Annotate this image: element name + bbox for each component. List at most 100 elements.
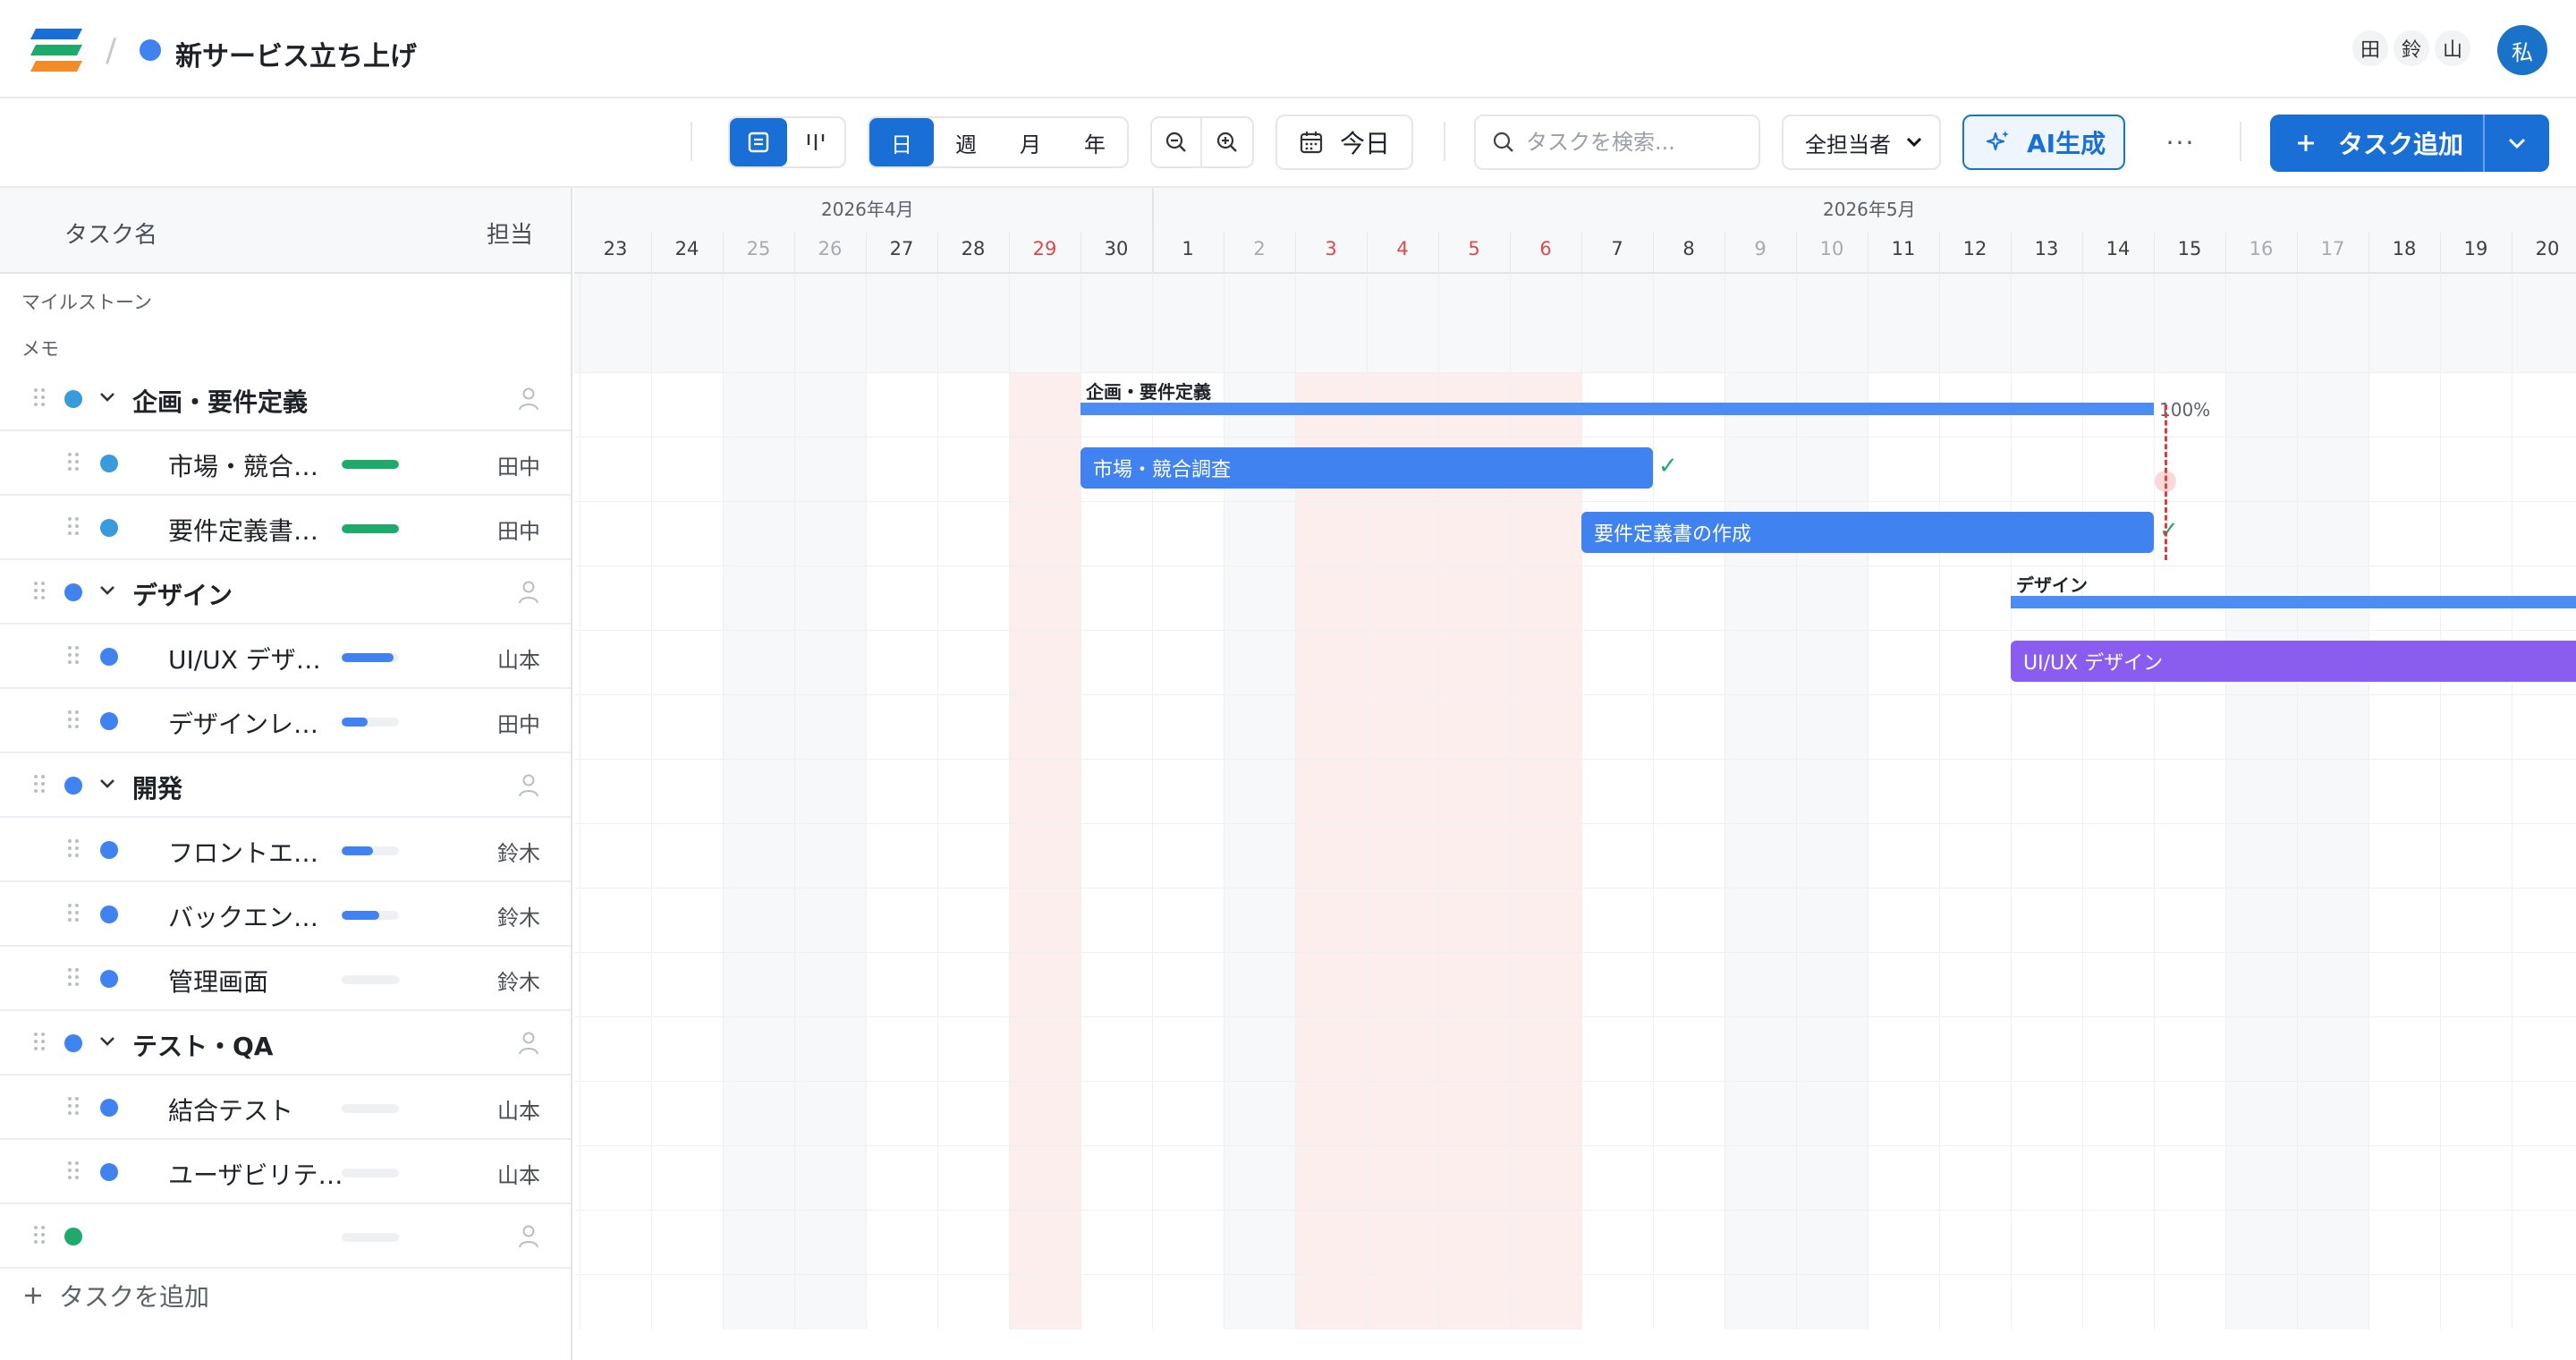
drag-handle-icon[interactable]: [34, 388, 47, 408]
scale-day-button[interactable]: 日: [869, 118, 934, 166]
drag-handle-icon[interactable]: [68, 646, 80, 666]
toolbar-divider: [2240, 122, 2241, 161]
task-assignee[interactable]: 山本: [497, 642, 540, 674]
more-options-button[interactable]: ···: [2157, 122, 2204, 163]
today-button[interactable]: 今日: [1275, 115, 1413, 170]
task-assignee[interactable]: 山本: [497, 1093, 540, 1125]
group-summary-bar[interactable]: [1080, 403, 2154, 415]
task-assignee[interactable]: 田中: [497, 514, 540, 545]
drag-handle-icon[interactable]: [34, 775, 47, 795]
grid-column-line: [1009, 274, 1010, 1330]
member-avatar[interactable]: 山: [2433, 29, 2472, 68]
drag-handle-icon[interactable]: [34, 1033, 47, 1052]
task-bar[interactable]: UI/UX デザイン: [2011, 641, 2576, 682]
task-group-row[interactable]: テスト・QA: [0, 1011, 571, 1075]
day-label: 19: [2463, 238, 2488, 259]
task-color-dot: [100, 841, 118, 859]
task-name: ユーザビリテ…: [168, 1160, 343, 1190]
user-avatar[interactable]: 私: [2497, 25, 2547, 75]
task-row[interactable]: フロントエ… 鈴木: [0, 818, 571, 882]
drag-handle-icon[interactable]: [34, 1226, 47, 1245]
task-list-panel: タスク名 担当 マイルストーン メモ 企画・要件定義 市場・競合… 田中 要件定義書……: [0, 188, 572, 1360]
unassigned-person-icon[interactable]: [517, 580, 540, 605]
day-label: 7: [1611, 238, 1623, 259]
scale-week-button[interactable]: 週: [934, 118, 998, 166]
drag-handle-icon[interactable]: [68, 968, 80, 988]
drag-handle-icon[interactable]: [68, 904, 80, 923]
task-row[interactable]: バックエン… 鈴木: [0, 882, 571, 947]
add-task-row[interactable]: タスクを追加: [23, 1278, 209, 1313]
app-logo[interactable]: [27, 27, 86, 73]
drag-handle-icon[interactable]: [68, 710, 80, 730]
task-assignee[interactable]: 田中: [497, 707, 540, 738]
member-avatars[interactable]: 田 鈴 山: [2351, 29, 2472, 72]
search-input[interactable]: [1526, 130, 1741, 155]
task-row[interactable]: UI/UX デザイン 山本: [0, 625, 571, 689]
chevron-down-icon[interactable]: [98, 1033, 116, 1050]
unassigned-person-icon[interactable]: [517, 387, 540, 412]
unassigned-person-icon[interactable]: [517, 1224, 540, 1249]
chevron-down-icon[interactable]: [98, 388, 116, 406]
day-label: 6: [1539, 238, 1552, 259]
task-assignee[interactable]: 山本: [497, 1158, 540, 1189]
drag-handle-icon[interactable]: [34, 582, 47, 601]
zoom-controls: [1150, 116, 1254, 168]
board-view-button[interactable]: [787, 118, 844, 166]
progress-bar: [342, 460, 399, 469]
assignee-filter-value: 全担当者: [1805, 132, 1891, 157]
add-task-menu-button[interactable]: [2483, 115, 2549, 172]
timeline-grid[interactable]: 企画・要件定義 100% デザイン 市場・競合調査 ✓ 要件定義書の作成 ✓ UI/UX デザ…: [574, 274, 2576, 1360]
scale-year-button[interactable]: 年: [1063, 118, 1127, 166]
grid-column-line: [2082, 274, 2083, 1330]
task-assignee[interactable]: 鈴木: [497, 965, 540, 996]
task-group-row[interactable]: 開発: [0, 753, 571, 818]
task-assignee[interactable]: 田中: [497, 449, 540, 480]
task-name: 管理画面: [168, 967, 269, 997]
grid-column-line: [1510, 274, 1511, 1330]
task-assignee[interactable]: 鈴木: [497, 900, 540, 931]
task-color-dot: [64, 1034, 82, 1052]
milestone-row[interactable]: [0, 1204, 571, 1269]
group-summary-bar[interactable]: [2011, 596, 2576, 608]
task-row[interactable]: 管理画面 鈴木: [0, 947, 571, 1011]
unassigned-person-icon[interactable]: [517, 773, 540, 798]
drag-handle-icon[interactable]: [68, 453, 80, 472]
progress-bar: [342, 1104, 399, 1113]
member-avatar[interactable]: 鈴: [2392, 29, 2431, 68]
task-group-row[interactable]: デザイン: [0, 560, 571, 625]
day-label: 5: [1468, 238, 1480, 259]
chevron-down-icon[interactable]: [98, 775, 116, 793]
project-title[interactable]: 新サービス立ち上げ: [175, 34, 417, 73]
member-avatar[interactable]: 田: [2351, 29, 2390, 68]
drag-handle-icon[interactable]: [68, 517, 80, 537]
day-label: 18: [2392, 238, 2417, 259]
task-row[interactable]: 結合テスト 山本: [0, 1075, 571, 1140]
task-name: 結合テスト: [168, 1096, 294, 1126]
milestone-memo-band[interactable]: [574, 274, 2576, 372]
task-row[interactable]: 市場・競合… 田中: [0, 431, 571, 496]
task-bar[interactable]: 要件定義書の作成: [1581, 512, 2154, 553]
search-icon: [1493, 132, 1513, 152]
scale-month-button[interactable]: 月: [998, 118, 1063, 166]
progress-bar: [342, 653, 399, 662]
ai-generate-button[interactable]: AI生成: [1962, 115, 2125, 170]
task-row[interactable]: ユーザビリテ… 山本: [0, 1140, 571, 1204]
zoom-in-button[interactable]: [1202, 118, 1252, 166]
unassigned-person-icon[interactable]: [517, 1031, 540, 1056]
task-bar[interactable]: 市場・競合調査: [1080, 447, 1653, 489]
chevron-down-icon[interactable]: [98, 582, 116, 599]
task-assignee[interactable]: 鈴木: [497, 836, 540, 867]
drag-handle-icon[interactable]: [68, 839, 80, 859]
task-group-row[interactable]: 企画・要件定義: [0, 367, 571, 431]
zoom-out-button[interactable]: [1152, 118, 1202, 166]
task-row[interactable]: デザインレ… 田中: [0, 689, 571, 753]
add-task-button[interactable]: タスク追加: [2270, 115, 2483, 172]
grid-column-line: [651, 274, 652, 1330]
gantt-timeline[interactable]: 2026年4月 2026年5月 23 24 25 26 27 28 29 30 1 2 3 4 5 6 7 8 9 1…: [574, 188, 2576, 1360]
list-view-button[interactable]: [730, 118, 787, 166]
drag-handle-icon[interactable]: [68, 1161, 80, 1181]
drag-handle-icon[interactable]: [68, 1097, 80, 1117]
task-row[interactable]: 要件定義書… 田中: [0, 496, 571, 560]
grid-column-line: [1796, 274, 1797, 1330]
assignee-filter-select[interactable]: 全担当者: [1782, 115, 1941, 170]
